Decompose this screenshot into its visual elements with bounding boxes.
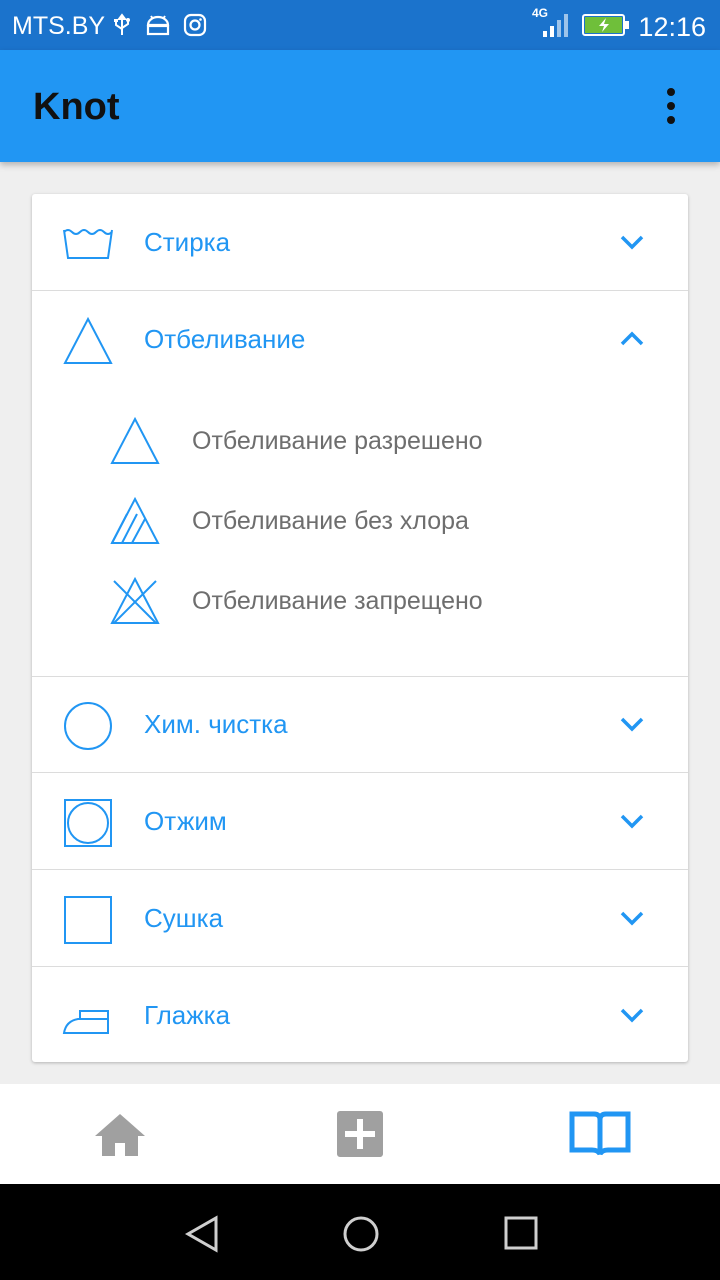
category-label: Отбеливание [144,324,306,354]
category-washing[interactable]: Стирка [32,194,688,291]
more-vert-icon[interactable] [656,86,686,126]
chevron-down-icon[interactable] [618,1005,646,1025]
bleach-non-chlorine-icon [108,495,162,547]
category-ironing[interactable]: Глажка [32,967,688,1063]
back-icon[interactable] [182,1214,222,1254]
battery-charging-icon [582,13,630,42]
category-drying[interactable]: Сушка [32,870,688,967]
usb-icon [112,13,132,42]
recents-icon[interactable] [502,1214,542,1254]
dry-clean-circle-icon [62,700,114,752]
category-spin[interactable]: Отжим [32,773,688,870]
bleaching-options: Отбеливание разрешено Отбеливание без хл… [32,387,688,677]
home-icon[interactable] [88,1108,152,1160]
android-icon [145,13,171,42]
drying-square-icon [62,894,114,946]
list-item[interactable]: Отбеливание запрещено [32,565,688,635]
category-label: Отжим [144,806,227,836]
iron-icon [62,991,114,1043]
home-circle-icon[interactable] [341,1214,381,1254]
category-label: Сушка [144,903,224,933]
app-bar: Knot [0,50,720,162]
option-label: Отбеливание запрещено [192,587,483,615]
care-symbols-card: Стирка Отбеливание Отбеливание разрешено [32,194,688,1062]
chevron-down-icon[interactable] [618,232,646,252]
chevron-down-icon[interactable] [618,811,646,831]
category-label: Стирка [144,227,231,257]
bleach-allowed-icon [108,415,162,467]
chevron-up-icon[interactable] [618,329,646,349]
tumble-dry-icon [62,797,114,849]
instagram-icon [183,13,207,42]
status-time: 12:16 [638,12,706,42]
list-item[interactable]: Отбеливание без хлора [32,485,688,555]
add-box-icon[interactable] [328,1108,392,1160]
bottom-navigation [0,1084,720,1184]
category-bleaching[interactable]: Отбеливание [32,291,688,387]
option-label: Отбеливание без хлора [192,507,469,535]
bleach-forbidden-icon [108,575,162,627]
category-dry-cleaning[interactable]: Хим. чистка [32,676,688,773]
chevron-down-icon[interactable] [618,908,646,928]
bleach-triangle-icon [62,315,114,367]
list-item[interactable]: Отбеливание разрешено [32,405,688,475]
book-icon[interactable] [568,1108,632,1160]
chevron-down-icon[interactable] [618,714,646,734]
signal-icon [538,12,574,43]
carrier-name: MTS.BY [12,12,106,40]
option-label: Отбеливание разрешено [192,427,483,455]
status-bar: MTS.BY 4G 12:16 [0,0,720,50]
category-label: Глажка [144,1000,231,1030]
app-title: Knot [33,86,120,128]
category-label: Хим. чистка [144,709,288,739]
washing-tub-icon [62,218,114,270]
system-navigation [0,1184,720,1280]
